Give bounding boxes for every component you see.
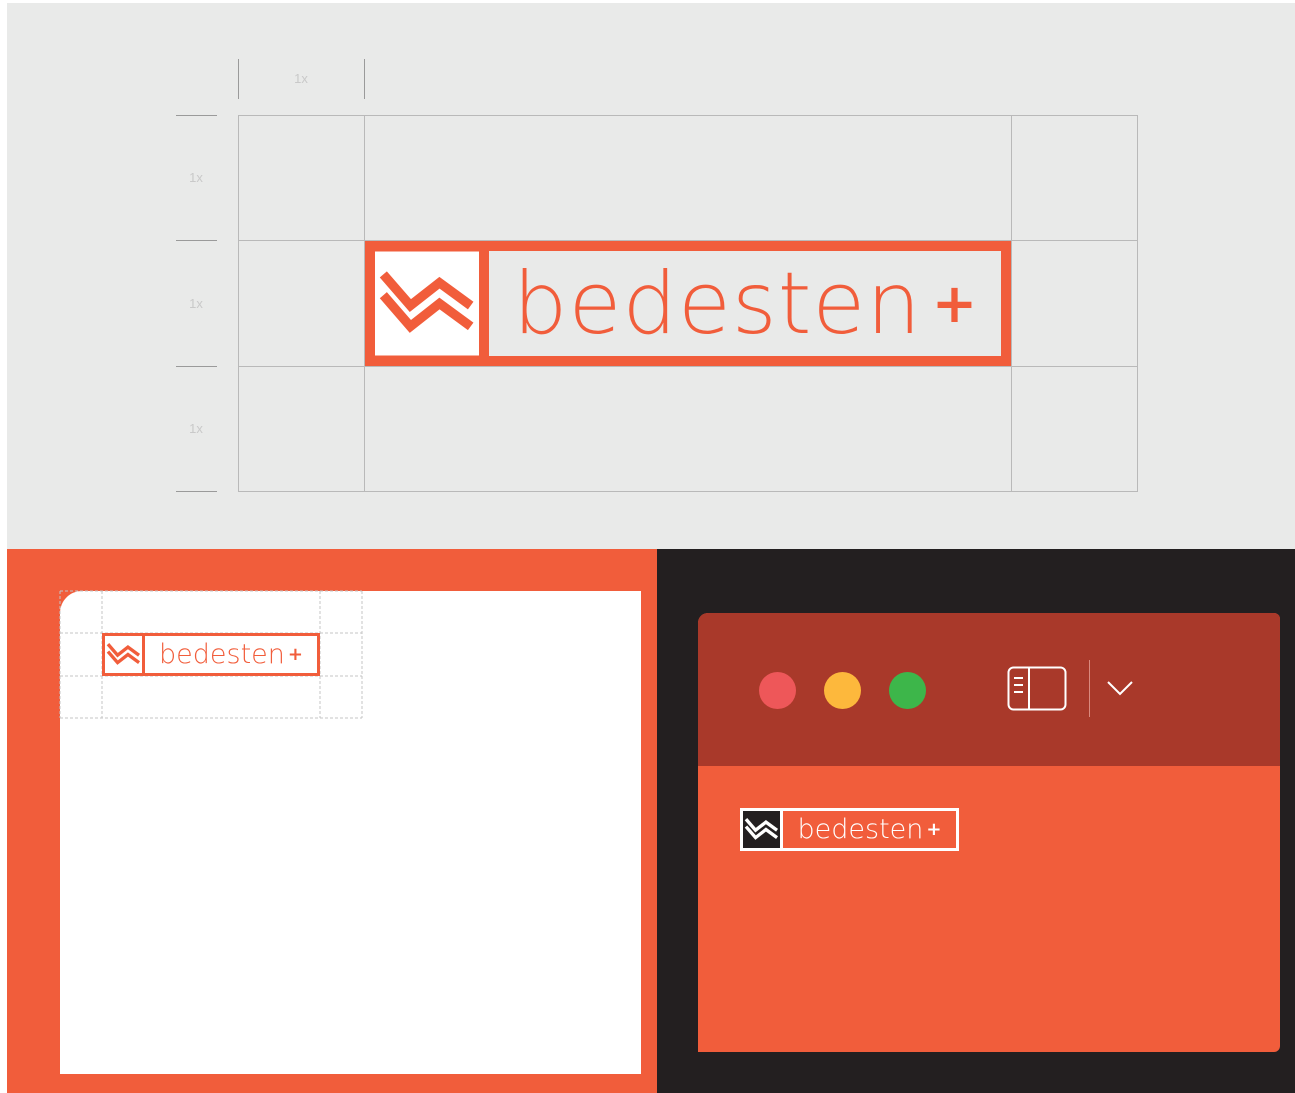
brand-logo-inverse: bedesten +	[740, 808, 959, 851]
grid-line	[238, 115, 239, 492]
grid-line	[238, 115, 1138, 116]
row-label: 1x	[189, 421, 203, 436]
minimize-button[interactable]	[824, 672, 861, 709]
brand-logo-large: bedesten +	[365, 241, 1011, 366]
wordmark-box: bedesten +	[489, 251, 1001, 356]
row-label: 1x	[189, 296, 203, 311]
grid-line	[238, 366, 1138, 367]
wordmark-text: bedesten	[159, 639, 285, 670]
toolbar-divider	[1089, 660, 1090, 717]
row-marker-line	[176, 240, 217, 241]
grid-line	[1011, 115, 1012, 492]
sidebar-toggle-button[interactable]	[1007, 666, 1067, 711]
zoom-button[interactable]	[889, 672, 926, 709]
chevron-down-icon	[1107, 681, 1133, 696]
dimension-tick-right	[364, 59, 365, 99]
wordmark-box: bedesten +	[783, 811, 956, 848]
row-label: 1x	[189, 170, 203, 185]
dimension-tick-left	[238, 59, 239, 99]
wordmark-text: bedesten	[512, 253, 922, 354]
wordmark-box: bedesten +	[145, 636, 317, 673]
chevron-mark-icon	[375, 251, 479, 356]
sidebar-icon	[1007, 666, 1067, 711]
grid-line	[238, 491, 1138, 492]
chevron-mark-icon	[105, 636, 142, 673]
menu-dropdown-button[interactable]	[1106, 679, 1134, 697]
brand-logo-small: bedesten +	[102, 633, 320, 676]
plus-sign: +	[287, 644, 303, 665]
chevron-mark-icon	[743, 811, 780, 848]
close-button[interactable]	[759, 672, 796, 709]
row-marker-line	[176, 366, 217, 367]
plus-sign: +	[931, 272, 978, 335]
row-marker-line	[176, 115, 217, 116]
wordmark-text: bedesten	[797, 814, 924, 845]
row-marker-line	[176, 491, 217, 492]
dimension-label-top: 1x	[294, 71, 308, 86]
plus-sign: +	[926, 819, 942, 840]
grid-line	[1137, 115, 1138, 492]
